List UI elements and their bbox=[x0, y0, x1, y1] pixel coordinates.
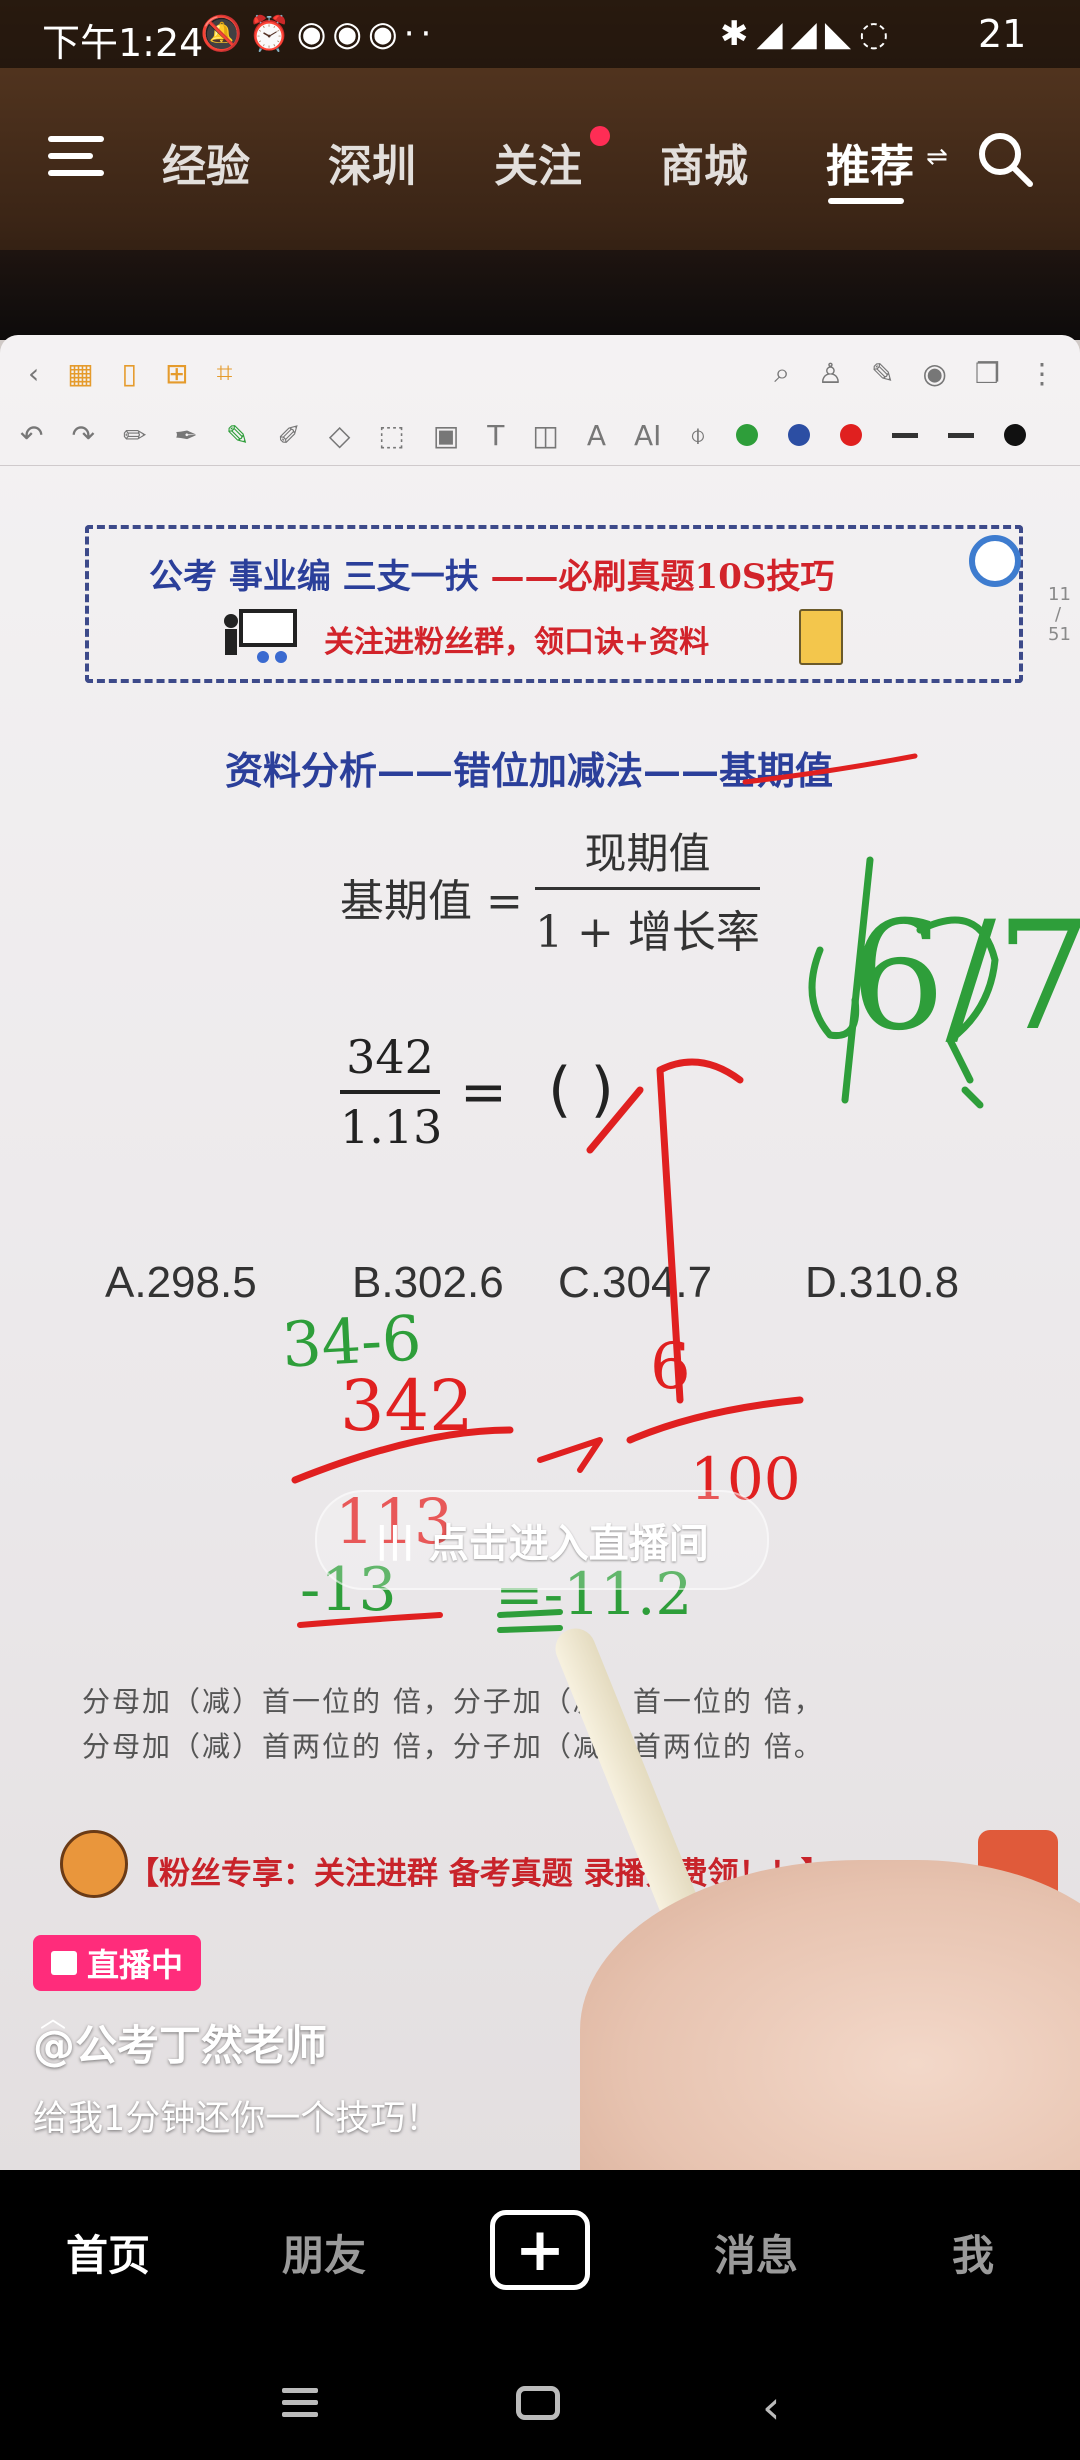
wifi-icon: ◣ bbox=[824, 14, 859, 54]
enter-live-room-label: 点击进入直播间 bbox=[428, 1521, 709, 1567]
top-nav: 经验 深圳 关注 商城 推荐 ⇌ bbox=[0, 100, 1080, 220]
bottom-tab-bar: 首页 朋友 + 消息 我 bbox=[0, 2170, 1080, 2330]
mute-icon: 🔕 bbox=[200, 14, 249, 54]
live-tv-icon bbox=[51, 1951, 77, 1975]
status-bar: 下午1:24 🔕⏰◉◉◉·· ✱◢◢◣◌ 21 bbox=[0, 0, 1080, 68]
active-tab-indicator bbox=[828, 198, 904, 204]
battery-icon: ◌ bbox=[858, 14, 897, 54]
search-icon[interactable] bbox=[976, 130, 1034, 188]
tip-line-2: 分母加（减）首两位的 倍，分子加（减）首两位的 倍。 bbox=[82, 1730, 824, 1763]
video-caption: 给我1分钟还你一个技巧！ bbox=[33, 2099, 441, 2139]
live-bars-icon: ||| bbox=[375, 1519, 415, 1561]
mascot-icon bbox=[60, 1830, 128, 1898]
refresh-icon: ⇌ bbox=[926, 142, 948, 172]
tab-me[interactable]: 我 bbox=[952, 2222, 994, 2283]
app-notification-icon: ◉ bbox=[332, 14, 369, 54]
status-system-icons: ✱◢◢◣◌ bbox=[720, 14, 897, 54]
tip-line-1: 分母加（减）首一位的 倍，分子加（减）首一位的 倍， bbox=[82, 1685, 824, 1718]
signal-icon: ◢ bbox=[790, 14, 825, 54]
live-badge[interactable]: 直播中 bbox=[33, 1935, 202, 1991]
create-plus-button[interactable]: + bbox=[490, 2210, 590, 2290]
recent-apps-icon[interactable] bbox=[282, 2388, 318, 2418]
following-notification-dot bbox=[590, 126, 610, 146]
bluetooth-icon: ✱ bbox=[720, 14, 757, 54]
menu-icon[interactable] bbox=[48, 136, 104, 180]
app-notification-icon: ◉ bbox=[296, 14, 333, 54]
tab-mall[interactable]: 商城 bbox=[660, 130, 748, 194]
more-notifications-icon: ·· bbox=[403, 14, 438, 54]
tab-recommend[interactable]: 推荐 bbox=[826, 130, 914, 194]
alarm-icon: ⏰ bbox=[248, 14, 297, 54]
tab-shenzhen[interactable]: 深圳 bbox=[328, 130, 416, 194]
author-name[interactable]: @公考丁然老师 bbox=[33, 2012, 327, 2073]
handwriting-6: 6 bbox=[650, 1330, 691, 1404]
handwriting-ratio: 6/7 bbox=[850, 890, 1080, 1064]
signal-icon: ◢ bbox=[756, 14, 791, 54]
tab-following[interactable]: 关注 bbox=[494, 130, 582, 194]
tab-friends[interactable]: 朋友 bbox=[282, 2222, 366, 2283]
tab-experience[interactable]: 经验 bbox=[162, 130, 250, 194]
handwriting-342: 342 bbox=[340, 1365, 474, 1447]
tab-home[interactable]: 首页 bbox=[66, 2222, 150, 2283]
system-nav-bar: ‹ bbox=[0, 2330, 1080, 2460]
tab-messages[interactable]: 消息 bbox=[714, 2222, 798, 2283]
app-notification-icon: ◉ bbox=[368, 14, 404, 54]
home-icon[interactable] bbox=[516, 2386, 560, 2420]
status-notification-icons: 🔕⏰◉◉◉·· bbox=[200, 14, 437, 54]
back-icon[interactable]: ‹ bbox=[762, 2380, 780, 2434]
video-player[interactable]: ‹ ▦ ▯ ⊞ ⌗ ⌕ ♙ ✎ ◉ ❐ ⋮ ↶ ↷ ✏ ✒ ✎ ✐ ◇ ⬚ ▣ … bbox=[0, 0, 1080, 2170]
battery-level: 21 bbox=[978, 12, 1027, 56]
live-badge-label: 直播中 bbox=[87, 1946, 184, 1984]
enter-live-room-button[interactable]: ||| 点击进入直播间 bbox=[315, 1490, 769, 1590]
status-time: 下午1:24 bbox=[42, 21, 204, 65]
